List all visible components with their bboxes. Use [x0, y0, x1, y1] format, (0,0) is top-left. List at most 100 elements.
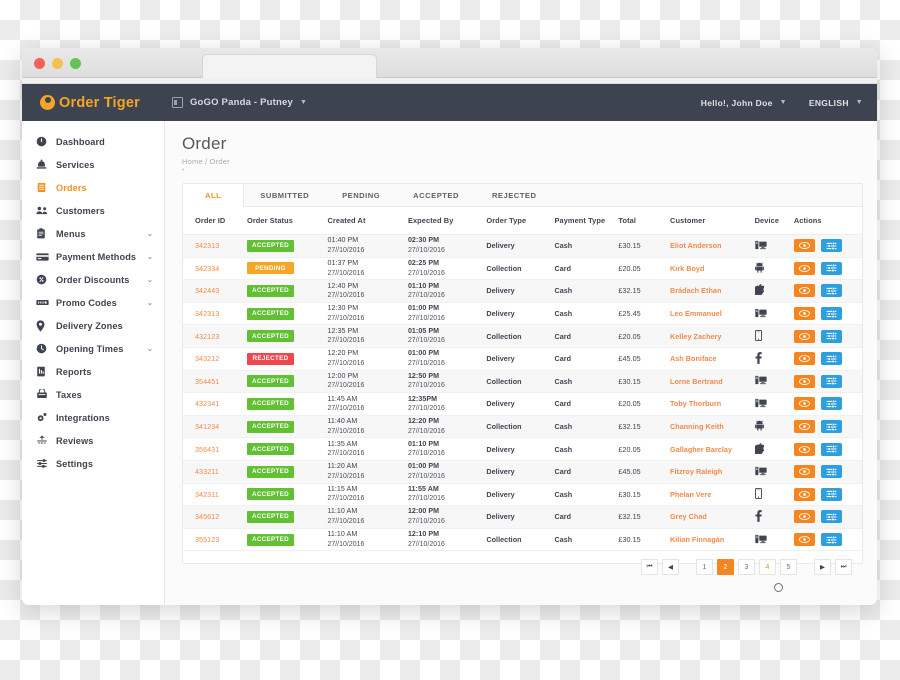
- cell-customer[interactable]: Brádach Ethan: [670, 280, 755, 303]
- column-header-total[interactable]: Total: [618, 207, 671, 235]
- order-details-button[interactable]: [820, 284, 842, 298]
- cell-order-id[interactable]: 432341: [183, 393, 247, 416]
- cell-customer[interactable]: Fitzroy Raleigh: [670, 460, 755, 483]
- column-header-payment-type[interactable]: Payment Type: [554, 207, 619, 235]
- view-order-button[interactable]: [793, 397, 815, 411]
- cell-order-id[interactable]: 356431: [183, 438, 247, 461]
- table-row[interactable]: 432341 ACCEPTED 11:45 AM 27//10/2016 12:35PM…: [183, 392, 862, 416]
- sidebar-item-reviews[interactable]: Reviews: [22, 429, 164, 452]
- table-row[interactable]: 356431 ACCEPTED 11:35 AM 27//10/2016 01:10 P…: [183, 437, 862, 461]
- cell-customer[interactable]: Kirk Boyd: [670, 257, 755, 280]
- sidebar-item-order-discounts[interactable]: Order Discounts ⌄: [22, 268, 164, 291]
- sidebar-item-promo-codes[interactable]: Promo Codes ⌄: [22, 291, 164, 314]
- table-row[interactable]: 433211 ACCEPTED 11:20 AM 27//10/2016 01:00 P…: [183, 460, 862, 484]
- order-details-button[interactable]: [820, 352, 842, 366]
- order-details-button[interactable]: [820, 239, 842, 253]
- sidebar-item-services[interactable]: Services: [22, 153, 164, 176]
- view-order-button[interactable]: [793, 465, 815, 479]
- column-header-expected-by[interactable]: Expected By: [407, 207, 487, 235]
- app-logo[interactable]: Order Tiger: [40, 95, 140, 111]
- table-row[interactable]: 355123 ACCEPTED 11:10 AM 27//10/2016 12:10 P…: [183, 528, 862, 551]
- cell-order-id[interactable]: 342311: [183, 483, 247, 506]
- sidebar-item-integrations[interactable]: Integrations: [22, 406, 164, 429]
- pagination-page-2[interactable]: 2: [717, 559, 734, 576]
- pagination-page-4[interactable]: 4: [759, 559, 776, 576]
- cell-order-id[interactable]: 342443: [183, 280, 247, 303]
- view-order-button[interactable]: [793, 420, 815, 434]
- view-order-button[interactable]: [793, 239, 815, 253]
- order-details-button[interactable]: [820, 374, 842, 388]
- order-details-button[interactable]: [820, 261, 842, 275]
- view-order-button[interactable]: [793, 307, 815, 321]
- cell-order-id[interactable]: 432123: [183, 325, 247, 348]
- close-window-button[interactable]: [34, 58, 45, 69]
- sidebar-item-payment-methods[interactable]: Payment Methods ⌄: [22, 245, 164, 268]
- cell-order-id[interactable]: 341234: [183, 415, 247, 438]
- tab-submitted[interactable]: SUBMITTED: [244, 184, 326, 207]
- cell-order-id[interactable]: 354451: [183, 370, 247, 393]
- column-header-order-status[interactable]: Order Status: [246, 207, 328, 235]
- pagination-page-3[interactable]: 3: [738, 559, 755, 576]
- view-order-button[interactable]: [793, 352, 815, 366]
- order-details-button[interactable]: [820, 420, 842, 434]
- store-selector[interactable]: GoGO Panda - Putney ▼: [171, 97, 307, 108]
- sidebar-item-menus[interactable]: Menus ⌄: [22, 222, 164, 245]
- sidebar-item-delivery-zones[interactable]: Delivery Zones: [22, 314, 164, 337]
- view-order-button[interactable]: [793, 510, 815, 524]
- cell-customer[interactable]: Phelan Vere: [670, 483, 755, 506]
- table-row[interactable]: 343212 REJECTED 12:20 PM 27//10/2016 01:00 P…: [183, 347, 862, 371]
- cell-customer[interactable]: Channing Keith: [670, 415, 755, 438]
- cell-order-id[interactable]: 342313: [183, 235, 247, 258]
- sidebar-item-settings[interactable]: Settings: [22, 452, 164, 475]
- cell-customer[interactable]: Gallagher Barclay: [670, 438, 755, 461]
- browser-tab[interactable]: [202, 54, 377, 78]
- cell-order-id[interactable]: 345612: [183, 506, 247, 529]
- pagination-page-5[interactable]: 5: [780, 559, 797, 576]
- order-details-button[interactable]: [820, 487, 842, 501]
- cell-customer[interactable]: Eliot Anderson: [670, 235, 755, 258]
- cell-customer[interactable]: Leo Emmanuel: [670, 302, 755, 325]
- tab-accepted[interactable]: ACCEPTED: [397, 184, 476, 207]
- cell-customer[interactable]: Grey Chad: [670, 506, 755, 529]
- table-row[interactable]: 342334 PENDING 01:37 PM 27//10/2016 02:25 PM…: [183, 257, 862, 280]
- table-row[interactable]: 432123 ACCEPTED 12:35 PM 27//10/2016 01:05 P…: [183, 324, 862, 348]
- order-details-button[interactable]: [820, 442, 842, 456]
- order-details-button[interactable]: [820, 510, 842, 524]
- pagination-last-button[interactable]: ⏭: [835, 559, 852, 576]
- view-order-button[interactable]: [793, 533, 815, 547]
- cell-customer[interactable]: Kelley Zachery: [670, 325, 755, 348]
- order-details-button[interactable]: [820, 397, 842, 411]
- cell-order-id[interactable]: 342313: [183, 302, 247, 325]
- language-selector[interactable]: ENGLISH ▼: [809, 98, 863, 108]
- view-order-button[interactable]: [793, 442, 815, 456]
- order-details-button[interactable]: [820, 533, 842, 547]
- sidebar-item-reports[interactable]: Reports: [22, 360, 164, 383]
- sidebar-item-orders[interactable]: Orders: [22, 176, 164, 199]
- order-details-button[interactable]: [820, 307, 842, 321]
- cell-order-id[interactable]: 355123: [183, 528, 247, 551]
- column-header-created-at[interactable]: Created At: [327, 207, 408, 235]
- view-order-button[interactable]: [793, 284, 815, 298]
- view-order-button[interactable]: [793, 329, 815, 343]
- table-row[interactable]: 354451 ACCEPTED 12:00 PM 27//10/2016 12:50 P…: [183, 370, 862, 393]
- table-row[interactable]: 342443 ACCEPTED 12:40 PM 27//10/2016 01:10 P…: [183, 279, 862, 303]
- table-row[interactable]: 342313 ACCEPTED 12:30 PM 27//10/2016 01:00 P…: [183, 302, 862, 325]
- table-row[interactable]: 341234 ACCEPTED 11:40 AM 27//10/2016 12:20 P…: [183, 415, 862, 438]
- view-order-button[interactable]: [793, 374, 815, 388]
- sidebar-item-taxes[interactable]: Taxes: [22, 383, 164, 406]
- cell-customer[interactable]: Ash Boniface: [670, 347, 755, 370]
- column-header-customer[interactable]: Customer: [670, 207, 755, 235]
- pagination-first-button[interactable]: ⏮: [641, 559, 658, 576]
- column-header-order-type[interactable]: Order Type: [486, 207, 555, 235]
- sidebar-item-dashboard[interactable]: Dashboard: [22, 130, 164, 153]
- pagination-page-1[interactable]: 1: [696, 559, 713, 576]
- tab-rejected[interactable]: REJECTED: [476, 184, 554, 207]
- view-order-button[interactable]: [793, 261, 815, 275]
- table-row[interactable]: 342313 ACCEPTED 01:40 PM 27//10/2016 02:30 P…: [183, 234, 862, 258]
- sidebar-item-customers[interactable]: Customers: [22, 199, 164, 222]
- cell-order-id[interactable]: 343212: [183, 347, 247, 370]
- order-details-button[interactable]: [820, 329, 842, 343]
- order-details-button[interactable]: [820, 465, 842, 479]
- cell-customer[interactable]: Lorne Bertrand: [670, 370, 755, 393]
- cell-order-id[interactable]: 433211: [183, 460, 247, 483]
